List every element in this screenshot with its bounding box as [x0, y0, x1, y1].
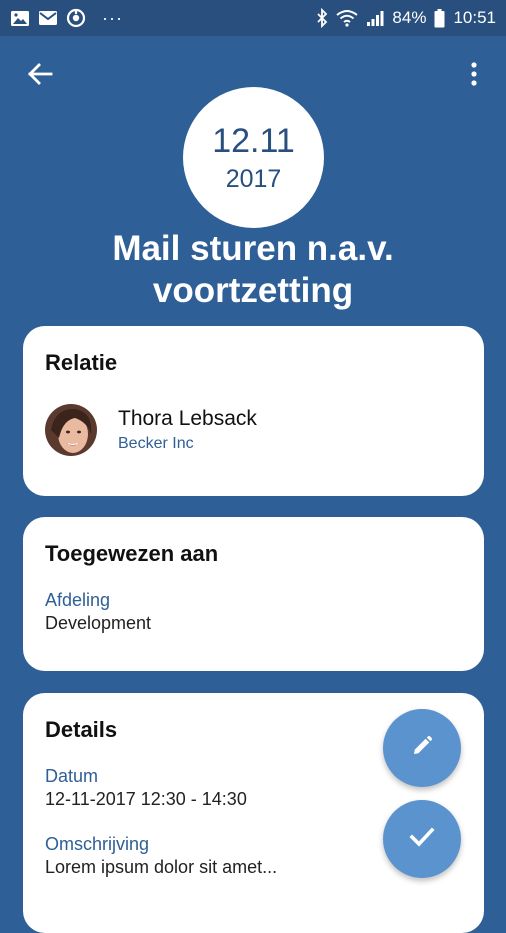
gallery-icon	[10, 10, 30, 27]
back-button[interactable]	[22, 58, 58, 94]
toegewezen-heading: Toegewezen aan	[45, 541, 219, 566]
signal-icon	[366, 9, 384, 27]
bluetooth-icon	[316, 8, 328, 28]
date-day: 12.11	[212, 121, 295, 160]
afdeling-label: Afdeling	[45, 590, 111, 610]
arrow-left-icon	[27, 62, 53, 91]
date-badge: 12.11 2017	[183, 87, 324, 228]
wifi-icon	[336, 9, 359, 27]
check-icon	[409, 826, 435, 853]
relation-contact[interactable]: Thora Lebsack Becker Inc	[45, 404, 462, 456]
contact-company[interactable]: Becker Inc	[118, 435, 257, 453]
avatar	[45, 404, 97, 456]
mail-icon	[38, 10, 58, 26]
battery-percent: 84%	[392, 8, 427, 27]
contact-name: Thora Lebsack	[118, 407, 257, 430]
complete-button[interactable]	[383, 800, 461, 878]
pencil-icon	[410, 734, 434, 763]
sync-icon	[66, 8, 86, 28]
page-title: Mail sturen n.a.v. voortzetting	[112, 229, 394, 310]
status-bar: ··· 84% 10:51	[0, 0, 506, 36]
more-options-button[interactable]	[460, 58, 488, 94]
more-vertical-icon	[471, 61, 477, 91]
edit-button[interactable]	[383, 709, 461, 787]
clock: 10:51	[453, 8, 496, 27]
more-notifications: ···	[102, 7, 123, 28]
toegewezen-card: Toegewezen aan Afdeling Development	[23, 517, 484, 671]
relatie-card[interactable]: Relatie Thora Lebsack Becker Inc	[23, 326, 484, 496]
afdeling-value: Development	[45, 613, 152, 633]
battery-icon	[434, 8, 445, 28]
relatie-heading: Relatie	[45, 350, 118, 375]
date-year: 2017	[225, 164, 282, 193]
